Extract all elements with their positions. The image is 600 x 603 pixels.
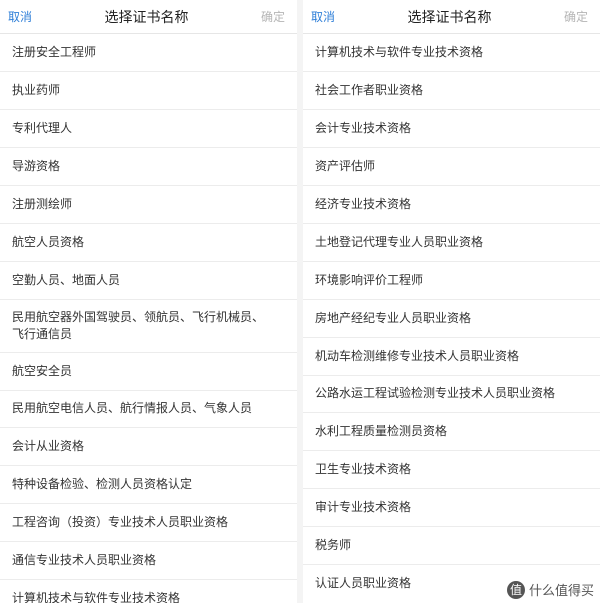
cancel-button[interactable]: 取消: [8, 8, 32, 25]
list-item[interactable]: 专利代理人: [0, 110, 297, 148]
list-item[interactable]: 通信专业技术人员职业资格: [0, 542, 297, 580]
watermark-text: 什么值得买: [528, 584, 594, 599]
list-item[interactable]: 会计从业资格: [0, 428, 297, 466]
list-item[interactable]: 卫生专业技术资格: [303, 451, 600, 489]
picker-header: 取消 选择证书名称 确定: [0, 0, 297, 34]
list-item[interactable]: 经济专业技术资格: [303, 186, 600, 224]
picker-title: 选择证书名称: [407, 9, 492, 26]
list-item[interactable]: 导游资格: [0, 148, 297, 186]
right-panel: 取消 选择证书名称 确定 计算机技术与软件专业技术资格 社会工作者职业资格 会计…: [303, 0, 600, 603]
list-item[interactable]: 航空人员资格: [0, 224, 297, 262]
left-panel: 取消 选择证书名称 确定 注册安全工程师 执业药师 专利代理人 导游资格 注册测…: [0, 0, 297, 603]
cancel-button[interactable]: 取消: [311, 8, 335, 25]
list-item[interactable]: 计算机技术与软件专业技术资格: [303, 34, 600, 72]
list-item[interactable]: 环境影响评价工程师: [303, 262, 600, 300]
list-item[interactable]: 资产评估师: [303, 148, 600, 186]
list-item[interactable]: 民用航空器外国驾驶员、领航员、飞行机械员、飞行通信员: [0, 300, 297, 353]
list-item[interactable]: 机动车检测维修专业技术人员职业资格: [303, 338, 600, 376]
picker-title: 选择证书名称: [104, 9, 189, 26]
confirm-button[interactable]: 确定: [564, 8, 588, 25]
list-item[interactable]: 审计专业技术资格: [303, 489, 600, 527]
list-item[interactable]: 计算机技术与软件专业技术资格: [0, 580, 297, 603]
certificate-list: 注册安全工程师 执业药师 专利代理人 导游资格 注册测绘师 航空人员资格 空勤人…: [0, 34, 297, 603]
list-item[interactable]: 空勤人员、地面人员: [0, 262, 297, 300]
confirm-button[interactable]: 确定: [261, 8, 285, 25]
list-item[interactable]: 税务师: [303, 527, 600, 565]
list-item[interactable]: 民用航空电信人员、航行情报人员、气象人员: [0, 391, 297, 428]
list-item[interactable]: 航空安全员: [0, 353, 297, 391]
picker-header: 取消 选择证书名称 确定: [303, 0, 600, 34]
list-item[interactable]: 社会工作者职业资格: [303, 72, 600, 110]
list-item[interactable]: 公路水运工程试验检测专业技术人员职业资格: [303, 376, 600, 413]
watermark: 值 什么值得买: [506, 580, 594, 599]
list-item[interactable]: 注册安全工程师: [0, 34, 297, 72]
list-item[interactable]: 特种设备检验、检测人员资格认定: [0, 466, 297, 504]
list-item[interactable]: 工程咨询（投资）专业技术人员职业资格: [0, 504, 297, 542]
list-item[interactable]: 水利工程质量检测员资格: [303, 413, 600, 451]
list-item[interactable]: 注册测绘师: [0, 186, 297, 224]
list-item[interactable]: 房地产经纪专业人员职业资格: [303, 300, 600, 338]
certificate-list: 计算机技术与软件专业技术资格 社会工作者职业资格 会计专业技术资格 资产评估师 …: [303, 34, 600, 602]
list-item[interactable]: 会计专业技术资格: [303, 110, 600, 148]
list-item[interactable]: 执业药师: [0, 72, 297, 110]
watermark-logo-icon: 值: [506, 580, 525, 599]
list-item[interactable]: 土地登记代理专业人员职业资格: [303, 224, 600, 262]
